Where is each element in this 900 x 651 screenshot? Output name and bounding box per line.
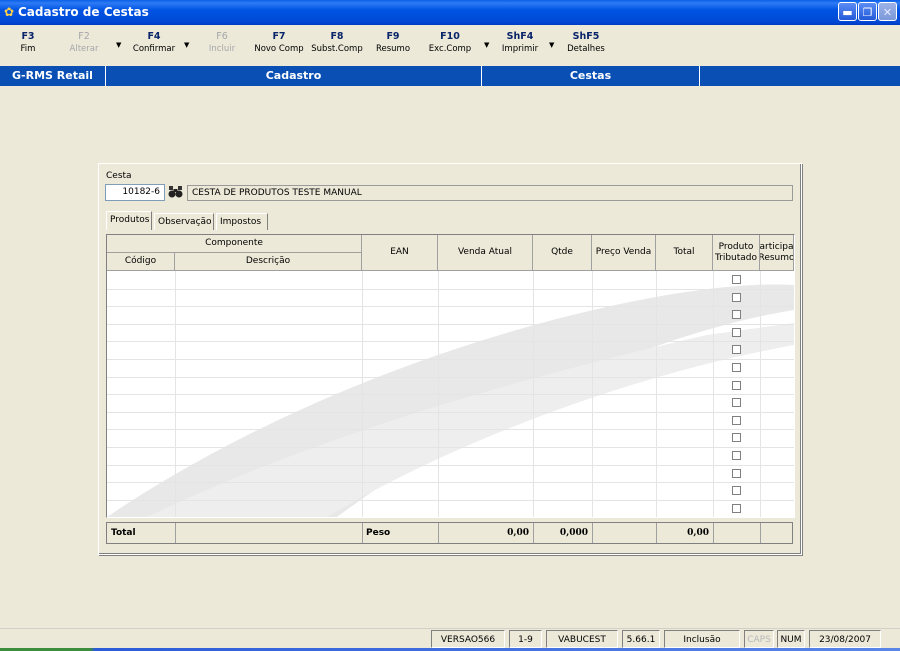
status-date: 23/08/2007	[809, 630, 881, 648]
status-program: VABUCEST	[546, 630, 618, 648]
exc-comp-button[interactable]: F10 Exc.Comp	[426, 31, 474, 54]
tab-impostos[interactable]: Impostos	[216, 213, 268, 230]
header-componente: Componente	[107, 235, 362, 253]
cesta-description-field: CESTA DE PRODUTOS TESTE MANUAL	[187, 185, 793, 201]
header-codigo[interactable]: Código	[107, 253, 175, 271]
table-row[interactable]	[107, 359, 794, 360]
produto-tributado-checkbox[interactable]	[732, 468, 741, 478]
produtos-grid[interactable]: Componente Código Descrição EAN Venda At…	[106, 234, 795, 518]
novo-comp-button[interactable]: F7 Novo Comp	[253, 31, 305, 54]
produto-tributado-checkbox[interactable]	[732, 486, 741, 496]
confirmar-button[interactable]: F4 Confirmar	[131, 31, 177, 54]
status-caps: CAPS	[744, 630, 774, 648]
produto-tributado-checkbox[interactable]	[732, 380, 741, 390]
total-preco-venda-cell	[593, 523, 657, 543]
header-participa-resumo[interactable]: articipa Resumo	[760, 235, 794, 271]
module-name: Cadastro	[106, 66, 482, 86]
cesta-code-field[interactable]: 10182-6	[105, 184, 165, 201]
status-bar: VERSAO566 1-9 VABUCEST 5.66.1 Inclusão C…	[0, 628, 900, 649]
total-venda-atual: 0,00	[439, 523, 534, 543]
table-row[interactable]	[107, 323, 794, 325]
produto-tributado-checkbox[interactable]	[732, 433, 741, 443]
total-label: Total	[107, 523, 176, 543]
system-name: G-RMS Retail	[0, 66, 106, 86]
table-row[interactable]	[107, 306, 794, 308]
table-row[interactable]	[107, 411, 794, 413]
header-total[interactable]: Total	[656, 235, 713, 271]
detalhes-button[interactable]: ShF5 Detalhes	[565, 31, 607, 54]
imprimir-button[interactable]: ShF4 Imprimir	[500, 31, 540, 54]
produto-tributado-checkbox[interactable]	[732, 292, 741, 302]
table-row[interactable]	[107, 499, 794, 501]
fim-button[interactable]: F3 Fim	[16, 31, 40, 54]
alterar-button[interactable]: F2 Alterar	[66, 31, 102, 54]
produto-tributado-checkbox[interactable]	[732, 363, 741, 372]
produto-tributado-checkbox[interactable]	[732, 451, 741, 460]
produto-tributado-checkbox[interactable]	[732, 275, 741, 284]
window-title: Cadastro de Cestas	[18, 5, 149, 19]
produto-tributado-checkbox[interactable]	[732, 415, 741, 425]
status-page: 1-9	[509, 630, 542, 648]
produto-tributado-checkbox[interactable]	[732, 310, 741, 320]
status-version: VERSAO566	[431, 630, 505, 648]
header-ean[interactable]: EAN	[362, 235, 438, 271]
dropdown-arrow-icon[interactable]: ▼	[184, 41, 189, 49]
entity-name: Cestas	[482, 66, 700, 86]
close-button[interactable]: ✕	[878, 2, 897, 21]
status-build: 5.66.1	[622, 630, 660, 648]
tab-produtos[interactable]: Produtos	[106, 211, 152, 230]
totals-row: Total Peso 0,00 0,000 0,00	[106, 522, 793, 544]
table-row[interactable]	[107, 429, 794, 431]
resumo-button[interactable]: F9 Resumo	[373, 31, 413, 54]
header-produto-tributado[interactable]: Produto Tributado	[713, 235, 760, 271]
subst-comp-button[interactable]: F8 Subst.Comp	[310, 31, 364, 54]
header-descricao[interactable]: Descrição	[175, 253, 362, 271]
incluir-button[interactable]: F6 Incluir	[204, 31, 240, 54]
table-row[interactable]	[107, 447, 794, 448]
cesta-label: Cesta	[106, 171, 132, 181]
total-qtde: 0,000	[534, 523, 593, 543]
status-num: NUM	[777, 630, 805, 648]
tab-observacao[interactable]: Observação	[154, 213, 214, 230]
table-row[interactable]	[107, 482, 794, 484]
produto-tributado-checkbox[interactable]	[732, 398, 741, 408]
peso-label: Peso	[363, 523, 439, 543]
status-mode: Inclusão	[664, 630, 740, 648]
table-row[interactable]	[107, 341, 794, 343]
header-venda-atual[interactable]: Venda Atual	[438, 235, 533, 271]
dropdown-arrow-icon[interactable]: ▼	[549, 41, 554, 49]
function-key-toolbar: F3 Fim F2 Alterar ▼ F4 Confirmar ▼ F6 Inclui…	[0, 25, 900, 66]
binoculars-search-icon[interactable]	[168, 185, 183, 200]
table-row[interactable]	[107, 517, 794, 518]
leaf-icon: ✿	[4, 5, 15, 19]
dropdown-arrow-icon[interactable]: ▼	[116, 41, 121, 49]
header-preco-venda[interactable]: Preço Venda	[592, 235, 656, 271]
dropdown-arrow-icon[interactable]: ▼	[484, 41, 489, 49]
table-row[interactable]	[107, 376, 794, 378]
total-total: 0,00	[657, 523, 714, 543]
produto-tributado-checkbox[interactable]	[732, 327, 741, 337]
produto-tributado-checkbox[interactable]	[732, 345, 741, 355]
total-descricao-cell	[176, 523, 363, 543]
context-header-strip: G-RMS Retail Cadastro Cestas	[0, 66, 900, 86]
restore-button[interactable]: ❐	[858, 2, 877, 21]
header-qtde[interactable]: Qtde	[533, 235, 592, 271]
minimize-button[interactable]: ▬	[838, 2, 857, 21]
table-row[interactable]	[107, 288, 794, 290]
title-bar: ✿ Cadastro de Cestas ▬ ❐ ✕	[0, 0, 900, 25]
table-row[interactable]	[107, 464, 794, 466]
produto-tributado-checkbox[interactable]	[732, 503, 741, 513]
total-tributado-cell	[714, 523, 761, 543]
table-row[interactable]	[107, 394, 794, 396]
